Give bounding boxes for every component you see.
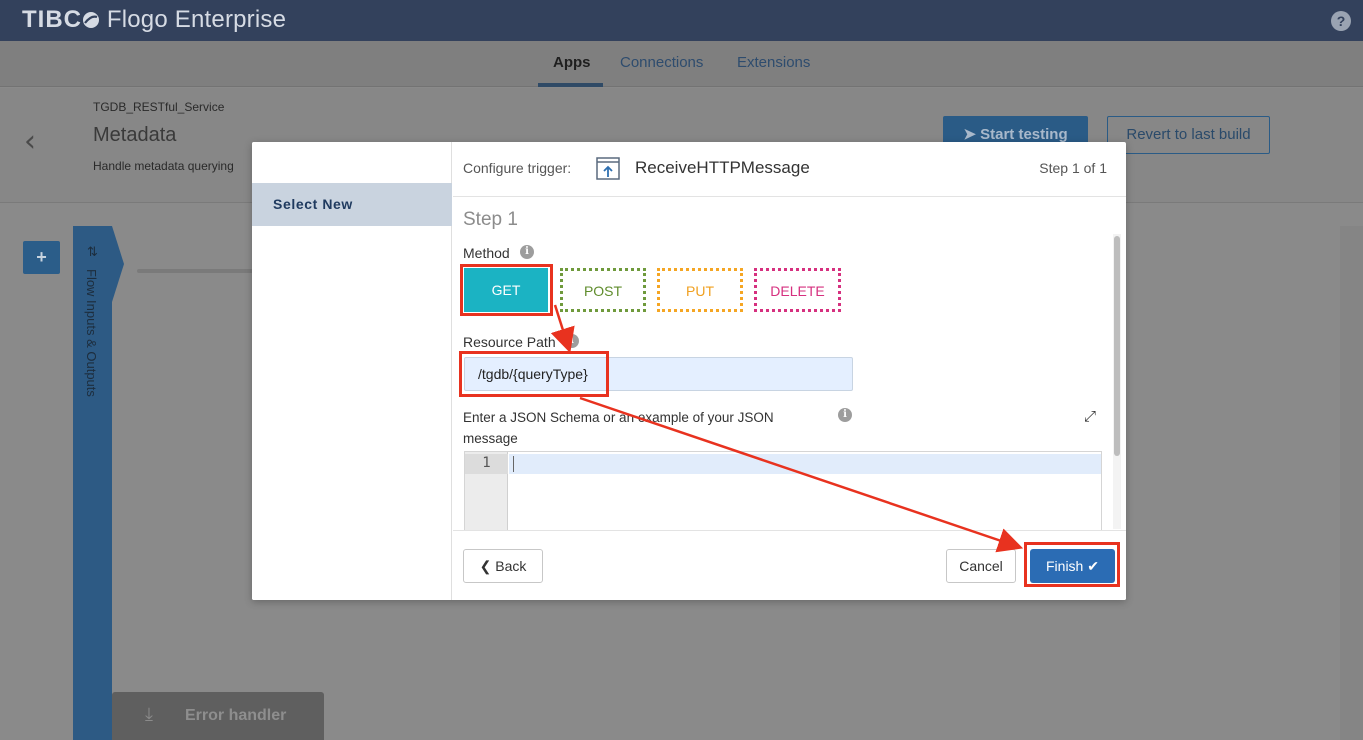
configure-trigger-label: Configure trigger: <box>463 160 572 176</box>
json-schema-editor[interactable]: 1 <box>464 451 1102 531</box>
rocket-icon: ➤ <box>963 126 976 143</box>
start-testing-label: Start testing <box>980 126 1068 143</box>
back-chevron-icon[interactable]: ‹ <box>24 124 36 159</box>
method-delete-button[interactable]: DELETE <box>754 268 841 312</box>
brand-logo: TIBC Flogo Enterprise <box>22 6 286 34</box>
tab-extensions[interactable]: Extensions <box>737 54 810 71</box>
page-description: Handle metadata querying <box>93 159 234 173</box>
step-title: Step 1 <box>463 209 518 230</box>
brand-product: Enterprise <box>167 6 287 33</box>
schema-info-icon[interactable]: i <box>838 408 852 422</box>
top-bar: TIBC Flogo Enterprise ? <box>0 0 1363 41</box>
tab-apps[interactable]: Apps <box>553 54 591 71</box>
check-icon: ✔ <box>1087 558 1099 574</box>
resource-path-info-icon[interactable]: i <box>565 334 579 348</box>
line-number: 1 <box>465 454 508 474</box>
brand-flogo: Flogo <box>100 6 168 33</box>
method-info-icon[interactable]: i <box>520 245 534 259</box>
tab-connections[interactable]: Connections <box>620 54 703 71</box>
finish-label: Finish <box>1046 558 1084 574</box>
back-button[interactable]: ❮ Back <box>463 549 543 583</box>
dialog-footer: ❮ Back Cancel Finish ✔ <box>453 530 1126 600</box>
flow-connector <box>137 269 257 273</box>
expand-icon[interactable]: ⤢ <box>1084 407 1096 425</box>
resource-path-input[interactable] <box>464 357 853 391</box>
http-trigger-icon <box>596 157 620 180</box>
flow-io-rail-tab <box>112 226 124 302</box>
method-get-button[interactable]: GET <box>464 268 548 312</box>
error-handler-label: Error handler <box>185 707 287 724</box>
app-name: TGDB_RESTful_Service <box>93 100 225 114</box>
step-counter: Step 1 of 1 <box>1039 160 1107 176</box>
brand-tibco: TIBC <box>22 6 82 33</box>
text-cursor <box>513 456 514 472</box>
sidebar-item-select-new[interactable]: Select New <box>252 183 452 226</box>
canvas-edge <box>1340 226 1363 740</box>
help-icon[interactable]: ? <box>1331 11 1351 31</box>
method-put-button[interactable]: PUT <box>657 268 743 312</box>
main-nav: Apps Connections Extensions <box>0 41 1363 87</box>
dialog-header: Configure trigger: ReceiveHTTPMessage St… <box>453 142 1126 197</box>
resource-path-label: Resource Path <box>463 334 556 350</box>
active-tab-indicator <box>538 83 603 87</box>
method-post-button[interactable]: POST <box>560 268 646 312</box>
swap-icon: ⇅ <box>87 244 98 259</box>
dialog-content: Configure trigger: ReceiveHTTPMessage St… <box>453 142 1126 600</box>
tibco-ball-icon <box>83 12 99 28</box>
error-handler-tab[interactable]: ⤓ Error handler <box>112 692 324 740</box>
method-label: Method <box>463 245 510 261</box>
schema-label: Enter a JSON Schema or an example of you… <box>463 410 774 446</box>
download-icon: ⤓ <box>145 704 153 724</box>
scrollbar-thumb[interactable] <box>1114 236 1120 456</box>
configure-trigger-dialog: Select New Configure trigger: ReceiveHTT… <box>252 142 1126 600</box>
active-line <box>509 454 1101 474</box>
dialog-sidebar: Select New <box>252 142 452 600</box>
back-label: Back <box>495 558 527 574</box>
cancel-button[interactable]: Cancel <box>946 549 1016 583</box>
add-trigger-button[interactable]: + <box>23 241 60 274</box>
finish-button[interactable]: Finish ✔ <box>1030 549 1115 583</box>
flow-io-label: Flow Inputs & Outputs <box>84 269 99 397</box>
trigger-name: ReceiveHTTPMessage <box>635 158 810 177</box>
chevron-left-icon: ❮ <box>479 558 492 574</box>
revert-button[interactable]: Revert to last build <box>1107 116 1270 154</box>
page-title: Metadata <box>93 124 177 146</box>
